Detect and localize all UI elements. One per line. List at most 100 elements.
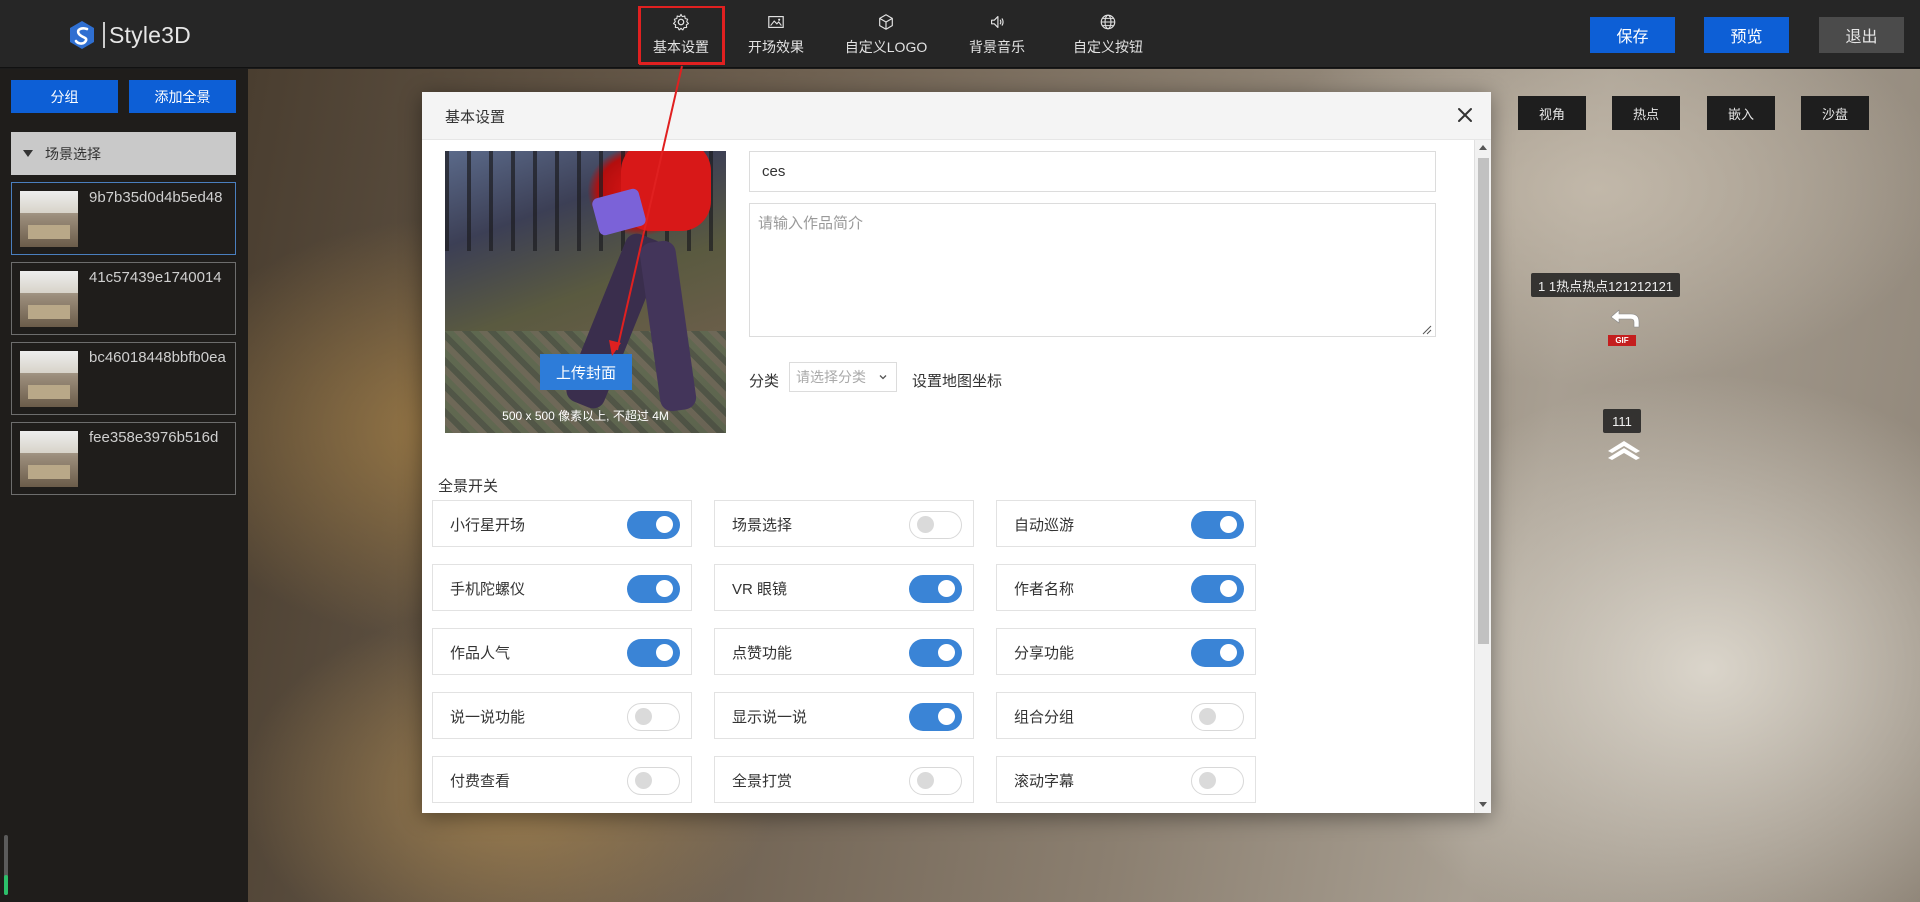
speaker-icon (991, 16, 1004, 28)
toggle-knob (1199, 772, 1216, 789)
scene-list: 9b7b35d0d4b5ed48 41c57439e1740014 bc4601… (11, 182, 236, 502)
upload-cover-button[interactable]: 上传封面 (540, 354, 632, 390)
category-select-value: 请选择分类 (796, 369, 866, 385)
sandbox-button[interactable]: 沙盘 (1801, 96, 1869, 130)
logo: Style3D (67, 17, 191, 53)
set-map-coordinates-link[interactable]: 设置地图坐标 (912, 370, 1002, 391)
toggle-switch[interactable] (627, 511, 680, 539)
nav-basic-settings[interactable]: 基本设置 (638, 6, 724, 64)
scene-select-header[interactable]: 场景选择 (11, 132, 236, 175)
switch-label: 自动巡游 (1014, 517, 1075, 534)
close-icon[interactable] (1455, 105, 1475, 125)
save-button[interactable]: 保存 (1590, 17, 1675, 53)
nav-custom-logo[interactable]: 自定义LOGO (828, 6, 944, 64)
forward-chevron-icon[interactable] (1604, 437, 1644, 461)
switch-row: 滚动字幕 (996, 756, 1256, 803)
toggle-knob (938, 644, 955, 661)
embed-button[interactable]: 嵌入 (1707, 96, 1775, 130)
switch-row: 自动巡游 (996, 500, 1256, 547)
switch-label: 小行星开场 (450, 517, 526, 534)
group-button[interactable]: 分组 (11, 80, 118, 113)
switch-label: 显示说一说 (732, 709, 808, 726)
hotspot-label: 1 1热点热点121212121 (1531, 273, 1681, 297)
toggle-switch[interactable] (1191, 511, 1244, 539)
sidebar-scrollbar[interactable] (4, 835, 8, 895)
switch-row: 显示说一说 (714, 692, 974, 739)
switch-section-title: 全景开关 (438, 478, 499, 495)
nav-background-music[interactable]: 背景音乐 (944, 6, 1050, 64)
nav-opening-effect[interactable]: 开场效果 (724, 6, 828, 64)
toggle-switch[interactable] (627, 639, 680, 667)
switch-label: 点赞功能 (732, 645, 793, 662)
nav-label: 背景音乐 (969, 39, 1025, 55)
toggle-knob (635, 772, 652, 789)
toggle-switch[interactable] (627, 703, 680, 731)
scene-item[interactable]: bc46018448bbfb0ea (11, 342, 236, 415)
scene-name: bc46018448bbfb0ea (89, 349, 226, 366)
work-title-input[interactable] (749, 151, 1436, 192)
preview-button[interactable]: 预览 (1704, 17, 1789, 53)
toggle-knob (917, 772, 934, 789)
scene-sidebar: 分组 添加全景 场景选择 9b7b35d0d4b5ed48 41c57439e1… (0, 69, 248, 902)
toggle-knob (656, 516, 673, 533)
toggle-switch[interactable] (909, 639, 962, 667)
toggle-switch[interactable] (627, 767, 680, 795)
view-angle-button[interactable]: 视角 (1518, 96, 1586, 130)
toggle-knob (656, 580, 673, 597)
scene-name: 41c57439e1740014 (89, 269, 222, 286)
caret-down-icon (23, 150, 33, 157)
switch-label: 作者名称 (1014, 581, 1075, 598)
switch-row: VR 眼镜 (714, 564, 974, 611)
toggle-switch[interactable] (1191, 575, 1244, 603)
scroll-up-arrow-icon[interactable] (1479, 145, 1487, 150)
gear-icon (672, 13, 690, 31)
cover-image[interactable]: 上传封面 500 x 500 像素以上, 不超过 4M (445, 151, 726, 433)
nav-label: 自定义LOGO (844, 39, 928, 55)
add-panorama-button[interactable]: 添加全景 (129, 80, 236, 113)
toggle-knob (938, 580, 955, 597)
toggle-knob (1220, 516, 1237, 533)
switch-row: 分享功能 (996, 628, 1256, 675)
category-select[interactable]: 请选择分类 (789, 362, 897, 392)
scene-item[interactable]: fee358e3976b516d (11, 422, 236, 495)
switch-row: 场景选择 (714, 500, 974, 547)
dialog-scrollbar[interactable] (1474, 140, 1491, 813)
switch-label: 作品人气 (450, 645, 511, 662)
toggle-switch[interactable] (909, 575, 962, 603)
work-description-textarea[interactable] (749, 203, 1436, 337)
toggle-switch[interactable] (909, 511, 962, 539)
toggle-switch[interactable] (627, 575, 680, 603)
cover-size-hint: 500 x 500 像素以上, 不超过 4M (502, 409, 669, 423)
style3d-logo-icon (70, 21, 94, 49)
toggle-switch[interactable] (1191, 703, 1244, 731)
exit-button[interactable]: 退出 (1819, 17, 1904, 53)
resize-grip-icon[interactable] (1420, 323, 1432, 335)
scrollbar-thumb[interactable] (1478, 158, 1489, 644)
switch-row: 手机陀螺仪 (432, 564, 692, 611)
scene-item[interactable]: 9b7b35d0d4b5ed48 (11, 182, 236, 255)
switch-row: 点赞功能 (714, 628, 974, 675)
toggle-switch[interactable] (909, 703, 962, 731)
logo-divider (103, 22, 105, 48)
scroll-down-arrow-icon[interactable] (1479, 802, 1487, 807)
scene-thumbnail (20, 431, 78, 487)
switch-row: 作品人气 (432, 628, 692, 675)
toggle-switch[interactable] (909, 767, 962, 795)
nav-custom-button[interactable]: 自定义按钮 (1050, 6, 1166, 64)
toggle-switch[interactable] (1191, 767, 1244, 795)
toggle-knob (656, 644, 673, 661)
dialog-body: 上传封面 500 x 500 像素以上, 不超过 4M 分类 请选择分类 设置地… (422, 140, 1472, 813)
toggle-switch[interactable] (1191, 639, 1244, 667)
nav-label: 开场效果 (748, 39, 804, 55)
switch-row: 作者名称 (996, 564, 1256, 611)
scene-select-label: 场景选择 (45, 145, 101, 162)
switch-row: 组合分组 (996, 692, 1256, 739)
globe-icon (1100, 14, 1116, 30)
scene-item[interactable]: 41c57439e1740014 (11, 262, 236, 335)
chevron-down-icon (879, 375, 887, 380)
hotspot-button[interactable]: 热点 (1612, 96, 1680, 130)
scene-name: 9b7b35d0d4b5ed48 (89, 189, 223, 206)
nav-label: 自定义按钮 (1073, 39, 1143, 55)
scene-thumbnail (20, 271, 78, 327)
switch-row: 说一说功能 (432, 692, 692, 739)
